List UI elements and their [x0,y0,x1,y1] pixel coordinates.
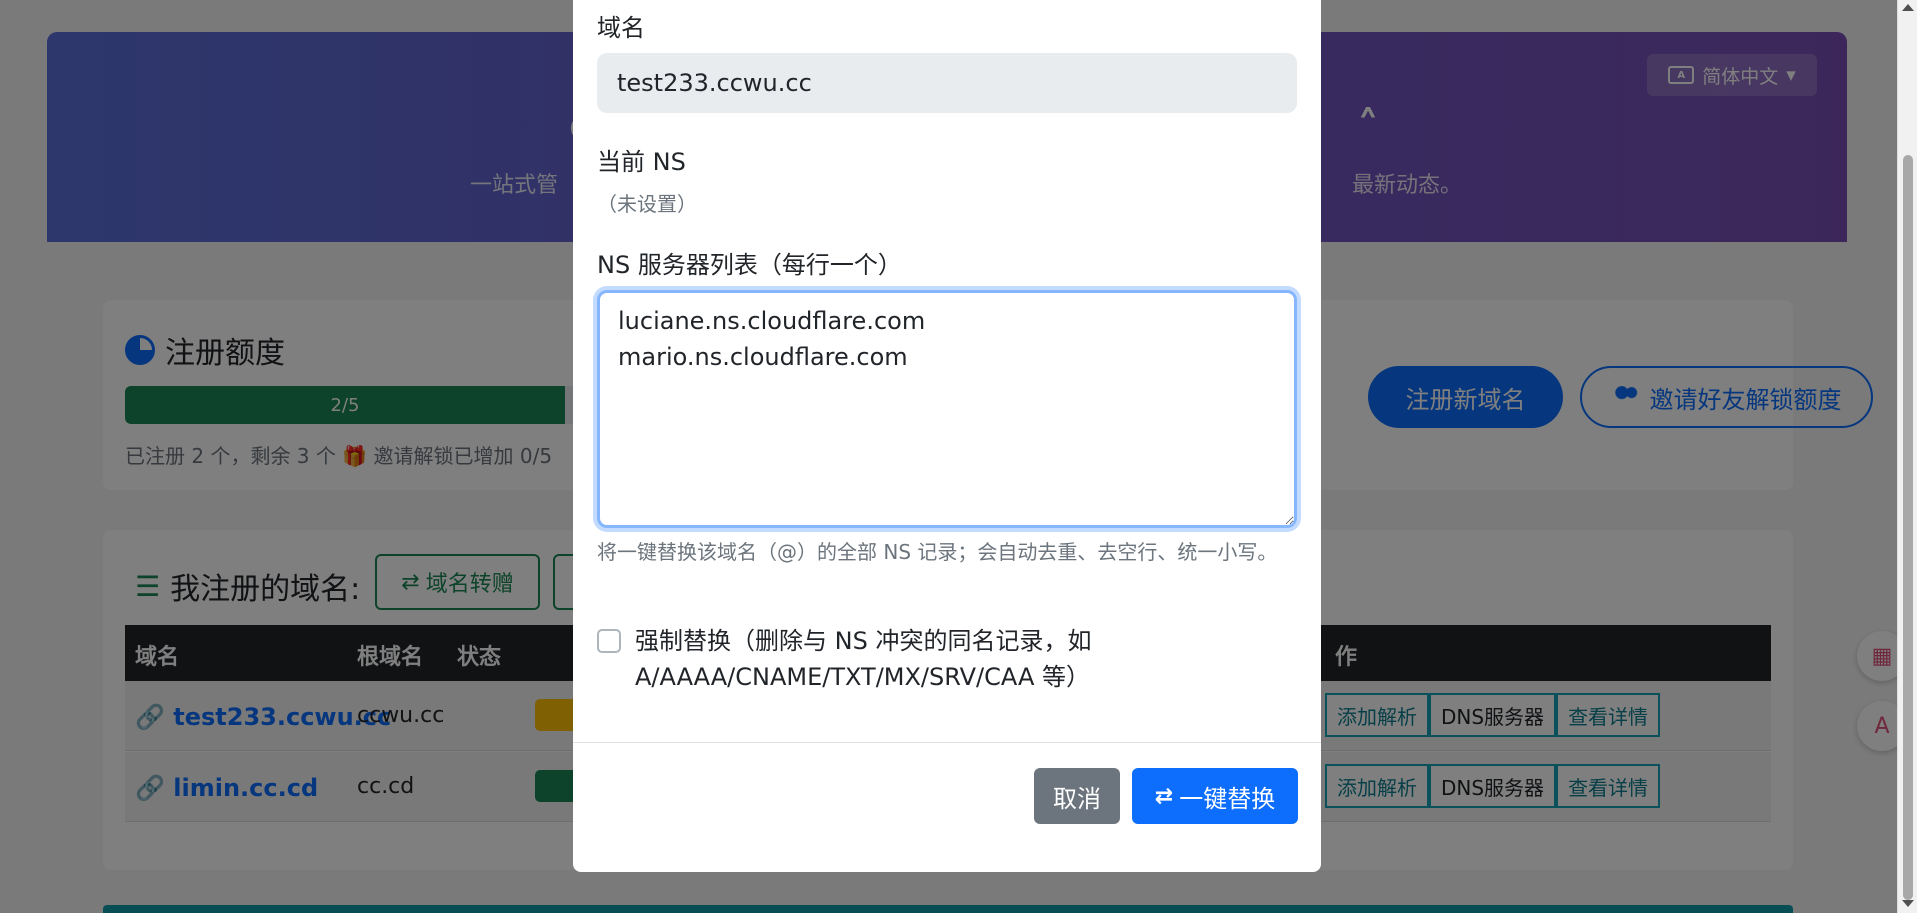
ns-list-textarea[interactable] [597,290,1297,528]
domain-readonly-field: test233.ccwu.cc [597,53,1297,113]
scroll-thumb[interactable] [1903,155,1913,900]
modal-footer-divider [573,742,1321,743]
replace-ns-label: 一键替换 [1179,784,1276,813]
current-ns-value: （未设置） [597,192,697,216]
current-ns-label: 当前 NS [597,148,686,176]
ns-replace-modal: 域名 test233.ccwu.cc 当前 NS （未设置） NS 服务器列表（… [573,0,1321,872]
scroll-up-arrow-icon[interactable] [1902,4,1914,11]
cancel-button[interactable]: 取消 [1034,768,1120,824]
page-scrollbar[interactable] [1897,0,1917,913]
domain-label: 域名 [597,14,645,42]
force-replace-label[interactable]: 强制替换（删除与 NS 冲突的同名记录，如 A/AAAA/CNAME/TXT/M… [635,623,1297,695]
ns-list-label: NS 服务器列表（每行一个） [597,251,902,279]
scroll-down-arrow-icon[interactable] [1902,900,1914,907]
force-replace-checkbox[interactable] [597,629,621,653]
swap-icon: ⇄ [1154,783,1174,809]
force-replace-row: 强制替换（删除与 NS 冲突的同名记录，如 A/AAAA/CNAME/TXT/M… [597,623,1297,695]
replace-ns-button[interactable]: ⇄ 一键替换 [1132,768,1298,824]
ns-help-text: 将一键替换该域名（@）的全部 NS 记录；会自动去重、去空行、统一小写。 [597,540,1278,564]
